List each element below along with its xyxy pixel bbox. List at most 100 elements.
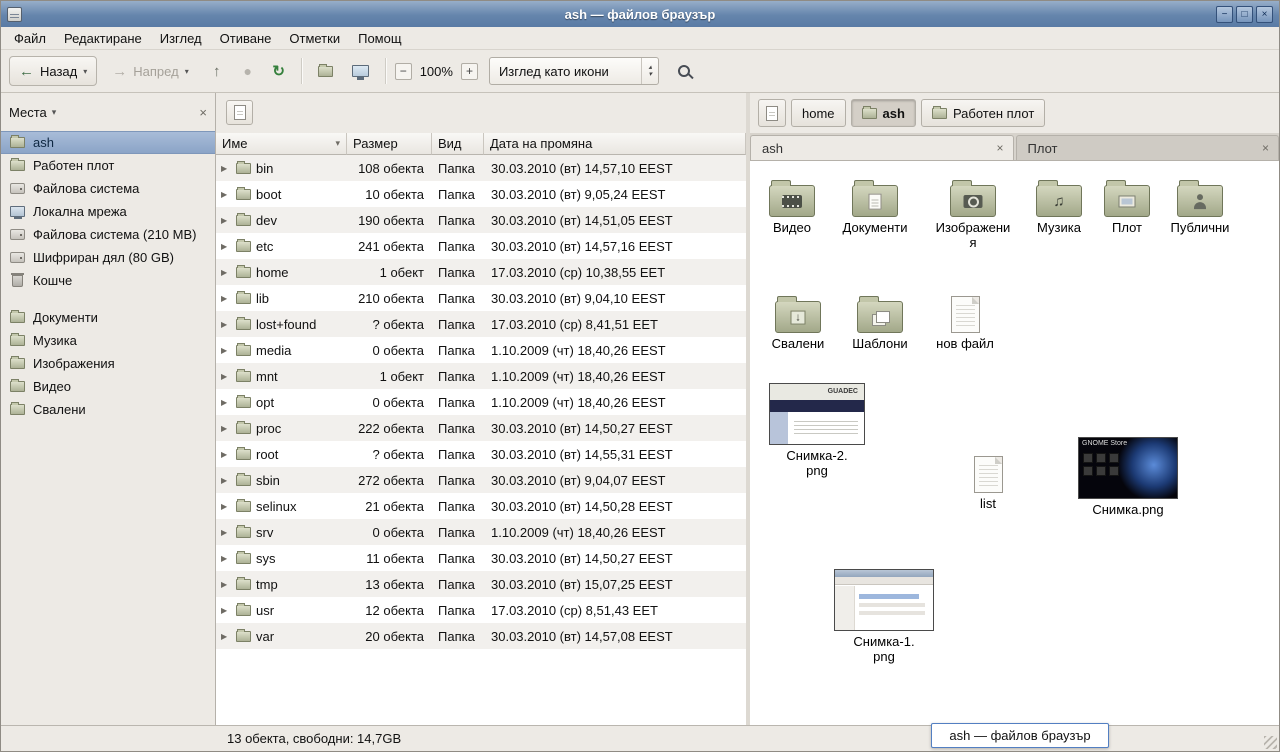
view-mode-select[interactable]: Изглед като икони ▴▾ xyxy=(489,57,659,85)
sidebar-item-4[interactable]: Файлова система (210 MB) xyxy=(1,223,215,246)
forward-button[interactable]: → Напред ▾ xyxy=(102,56,198,86)
table-row[interactable]: ▶var20 обектаПапка30.03.2010 (вт) 14,57,… xyxy=(216,623,746,649)
expander-icon[interactable]: ▶ xyxy=(221,554,231,563)
menu-item-4[interactable]: Отметки xyxy=(280,29,349,48)
expander-icon[interactable]: ▶ xyxy=(221,268,231,277)
expander-icon[interactable]: ▶ xyxy=(221,580,231,589)
expander-icon[interactable]: ▶ xyxy=(221,190,231,199)
table-row[interactable]: ▶srv0 обектаПапка1.10.2009 (чт) 18,40,26… xyxy=(216,519,746,545)
expander-icon[interactable]: ▶ xyxy=(221,372,231,381)
pane-location-button[interactable] xyxy=(226,100,253,125)
table-row[interactable]: ▶proc222 обектаПапка30.03.2010 (вт) 14,5… xyxy=(216,415,746,441)
computer-button[interactable] xyxy=(346,56,376,86)
expander-icon[interactable]: ▶ xyxy=(221,164,231,173)
pathbar-button-1[interactable]: ash xyxy=(851,99,916,127)
sidebar-item-7[interactable]: Документи xyxy=(1,306,215,329)
expander-icon[interactable]: ▶ xyxy=(221,242,231,251)
table-row[interactable]: ▶lost+found? обектаПапка17.03.2010 (ср) … xyxy=(216,311,746,337)
sidebar-item-1[interactable]: Работен плот xyxy=(1,154,215,177)
table-row[interactable]: ▶boot10 обектаПапка30.03.2010 (вт) 9,05,… xyxy=(216,181,746,207)
icon-item-12[interactable]: Снимка-1.png xyxy=(834,569,934,664)
expander-icon[interactable]: ▶ xyxy=(221,294,231,303)
column-header-0[interactable]: Име▾ xyxy=(216,133,347,155)
table-row[interactable]: ▶bin108 обектаПапка30.03.2010 (вт) 14,57… xyxy=(216,155,746,181)
minimize-icon[interactable]: − xyxy=(1216,6,1233,23)
table-row[interactable]: ▶sys11 обектаПапка30.03.2010 (вт) 14,50,… xyxy=(216,545,746,571)
tab-1[interactable]: Плот× xyxy=(1016,135,1280,160)
column-header-2[interactable]: Вид xyxy=(432,133,484,155)
menu-item-0[interactable]: Файл xyxy=(5,29,55,48)
tab-close-icon[interactable]: × xyxy=(1262,141,1269,155)
expander-icon[interactable]: ▶ xyxy=(221,476,231,485)
icon-item-2[interactable]: Изображения xyxy=(933,173,1013,250)
expander-icon[interactable]: ▶ xyxy=(221,398,231,407)
sidebar-item-9[interactable]: Изображения xyxy=(1,352,215,375)
reload-icon[interactable]: ↻ xyxy=(266,56,292,86)
expander-icon[interactable]: ▶ xyxy=(221,528,231,537)
icon-item-1[interactable]: Документи xyxy=(835,173,915,235)
sidebar-close-icon[interactable]: × xyxy=(199,105,207,120)
sidebar-item-8[interactable]: Музика xyxy=(1,329,215,352)
expander-icon[interactable]: ▶ xyxy=(221,216,231,225)
sidebar-item-2[interactable]: Файлова система xyxy=(1,177,215,200)
maximize-icon[interactable]: □ xyxy=(1236,6,1253,23)
expander-icon[interactable]: ▶ xyxy=(221,632,231,641)
tab-close-icon[interactable]: × xyxy=(996,141,1003,155)
table-row[interactable]: ▶sbin272 обектаПапка30.03.2010 (вт) 9,04… xyxy=(216,467,746,493)
table-row[interactable]: ▶root? обектаПапка30.03.2010 (вт) 14,55,… xyxy=(216,441,746,467)
table-row[interactable]: ▶media0 обектаПапка1.10.2009 (чт) 18,40,… xyxy=(216,337,746,363)
sidebar-item-11[interactable]: Свалени xyxy=(1,398,215,421)
icon-item-5[interactable]: Публични xyxy=(1160,173,1240,235)
expander-icon[interactable]: ▶ xyxy=(221,606,231,615)
pathbar-root-button[interactable] xyxy=(758,99,786,127)
zoom-out-button[interactable]: − xyxy=(395,63,412,80)
expander-icon[interactable]: ▶ xyxy=(221,424,231,433)
sidebar-item-10[interactable]: Видео xyxy=(1,375,215,398)
sidebar-item-3[interactable]: Локална мрежа xyxy=(1,200,215,223)
icon-item-10[interactable]: list xyxy=(948,449,1028,511)
menu-item-1[interactable]: Редактиране xyxy=(55,29,151,48)
menu-item-3[interactable]: Отиване xyxy=(211,29,281,48)
expander-icon[interactable]: ▶ xyxy=(221,320,231,329)
expander-icon[interactable]: ▶ xyxy=(221,450,231,459)
up-icon[interactable]: ↑ xyxy=(204,56,230,86)
table-row[interactable]: ▶opt0 обектаПапка1.10.2009 (чт) 18,40,26… xyxy=(216,389,746,415)
table-row[interactable]: ▶dev190 обектаПапка30.03.2010 (вт) 14,51… xyxy=(216,207,746,233)
table-row[interactable]: ▶mnt1 обектПапка1.10.2009 (чт) 18,40,26 … xyxy=(216,363,746,389)
sidebar-item-5[interactable]: Шифриран дял (80 GB) xyxy=(1,246,215,269)
icon-item-6[interactable]: ↓Свалени xyxy=(758,289,838,351)
resize-grip[interactable] xyxy=(1264,736,1277,749)
sidebar-item-6[interactable]: Кошче xyxy=(1,269,215,292)
taskbar-window-button[interactable]: ash — файлов браузър xyxy=(931,723,1109,748)
pathbar-button-0[interactable]: home xyxy=(791,99,846,127)
icon-item-11[interactable]: GNOME StoreСнимка.png xyxy=(1072,437,1184,517)
expander-icon[interactable]: ▶ xyxy=(221,346,231,355)
table-row[interactable]: ▶tmp13 обектаПапка30.03.2010 (вт) 15,07,… xyxy=(216,571,746,597)
icon-item-4[interactable]: Плот xyxy=(1087,173,1167,235)
column-header-1[interactable]: Размер xyxy=(347,133,432,155)
icon-item-9[interactable]: GUADECСнимка-2.png xyxy=(769,383,865,478)
back-dropdown-icon[interactable]: ▾ xyxy=(83,67,87,76)
icon-item-0[interactable]: Видео xyxy=(752,173,832,235)
close-icon[interactable]: × xyxy=(1256,6,1273,23)
computer-icon xyxy=(352,65,369,77)
icon-item-7[interactable]: Шаблони xyxy=(840,289,920,351)
column-header-3[interactable]: Дата на промяна xyxy=(484,133,746,155)
table-row[interactable]: ▶lib210 обектаПапка30.03.2010 (вт) 9,04,… xyxy=(216,285,746,311)
pathbar-button-2[interactable]: Работен плот xyxy=(921,99,1045,127)
icon-item-8[interactable]: нов файл xyxy=(925,289,1005,351)
menu-item-2[interactable]: Изглед xyxy=(151,29,211,48)
tab-0[interactable]: ash× xyxy=(750,135,1014,160)
expander-icon[interactable]: ▶ xyxy=(221,502,231,511)
table-row[interactable]: ▶selinux21 обектаПапка30.03.2010 (вт) 14… xyxy=(216,493,746,519)
table-row[interactable]: ▶usr12 обектаПапка17.03.2010 (ср) 8,51,4… xyxy=(216,597,746,623)
zoom-in-button[interactable]: + xyxy=(461,63,478,80)
menu-item-5[interactable]: Помощ xyxy=(349,29,410,48)
table-row[interactable]: ▶home1 обектПапка17.03.2010 (ср) 10,38,5… xyxy=(216,259,746,285)
sidebar-item-0[interactable]: ash xyxy=(1,131,215,154)
search-button[interactable] xyxy=(668,56,700,86)
sidebar-title[interactable]: Места xyxy=(9,105,47,120)
table-row[interactable]: ▶etc241 обектаПапка30.03.2010 (вт) 14,57… xyxy=(216,233,746,259)
home-folder-button[interactable] xyxy=(311,56,341,86)
back-button[interactable]: ← Назад ▾ xyxy=(9,56,97,86)
